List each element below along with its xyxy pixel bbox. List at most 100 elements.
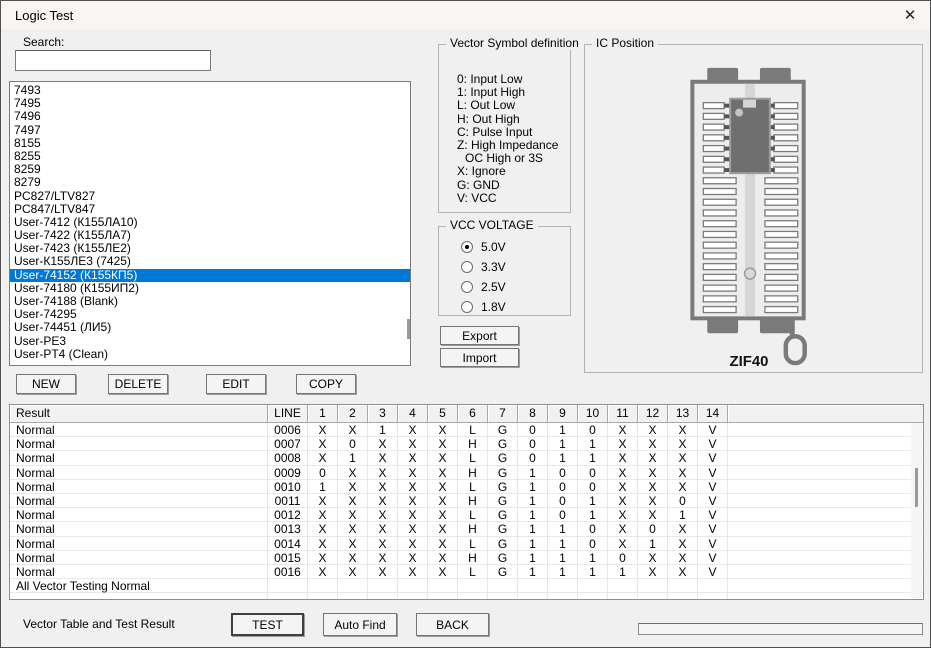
chip-list-item[interactable]: 8259: [10, 162, 410, 176]
vcc-option-1.8v[interactable]: 1.8V: [461, 300, 506, 314]
vcc-option-5.0v[interactable]: 5.0V: [461, 240, 506, 254]
cell-pin-4: X: [398, 423, 428, 438]
cell-pin-14: V: [698, 437, 728, 452]
table-row[interactable]: Normal 0014 X X X X X L G 1 1 0 X 1 X V: [10, 536, 923, 551]
cell-pin-1: X: [308, 536, 338, 551]
chip-list-item[interactable]: 7495: [10, 96, 410, 110]
table-header-4[interactable]: 4: [398, 405, 428, 423]
table-row[interactable]: Normal 0007 X 0 X X X H G 0 1 1 X X X V: [10, 437, 923, 452]
table-scrollbar-thumb[interactable]: [915, 468, 918, 507]
edit-button[interactable]: EDIT: [206, 374, 266, 394]
table-header-line[interactable]: LINE: [268, 405, 308, 423]
radio-icon[interactable]: [461, 281, 473, 293]
chip-list-item[interactable]: 7497: [10, 123, 410, 137]
cell-pin-7: G: [488, 536, 518, 551]
table-header-13[interactable]: 13: [668, 405, 698, 423]
table-empty-row[interactable]: [10, 593, 923, 599]
cell-result: Normal: [10, 423, 268, 438]
table-row[interactable]: Normal 0015 X X X X X H G 1 1 1 0 X X V: [10, 550, 923, 565]
cell-line: [268, 593, 308, 599]
search-label: Search:: [23, 35, 65, 49]
radio-icon[interactable]: [461, 261, 473, 273]
cell-pin-7: G: [488, 508, 518, 523]
cell-result: Normal: [10, 451, 268, 466]
table-scrollbar[interactable]: [911, 423, 922, 598]
cell-filler: [728, 551, 923, 565]
cell-pin-5: X: [428, 536, 458, 551]
chip-list-item[interactable]: User-74152 (К155КП5): [10, 268, 410, 282]
table-row[interactable]: Normal 0016 X X X X X L G 1 1 1 1 X X V: [10, 564, 923, 580]
cell-pin-12: X: [638, 508, 668, 523]
chip-listbox[interactable]: 7493 7495 7496 7497 8155 8255 8259 8279 PC827/LT…: [9, 81, 411, 366]
table-header-1[interactable]: 1: [308, 405, 338, 423]
table-header-10[interactable]: 10: [578, 405, 608, 423]
new-button[interactable]: NEW: [16, 374, 76, 394]
table-header-5[interactable]: 5: [428, 405, 458, 423]
cell-pin-8: 1: [518, 493, 548, 509]
cell-pin-2: X: [338, 493, 368, 509]
vcc-option-3.3v[interactable]: 3.3V: [461, 260, 506, 274]
table-header-14[interactable]: 14: [698, 405, 728, 423]
table-row[interactable]: Normal 0008 X 1 X X X L G 0 1 1 X X X V: [10, 451, 923, 466]
cell-pin-12: X: [638, 564, 668, 580]
table-header-6[interactable]: 6: [458, 405, 488, 423]
chip-list-item[interactable]: User-К155ЛЕ3 (7425): [10, 255, 410, 268]
search-input[interactable]: [15, 50, 211, 71]
chip-list-item[interactable]: User-PE3: [10, 334, 410, 348]
cell-pin-5: X: [428, 423, 458, 438]
socket-slot-left: [702, 134, 725, 142]
auto-find-button[interactable]: Auto Find: [323, 613, 397, 636]
list-scrollbar-thumb[interactable]: [407, 319, 410, 339]
chip-list-item[interactable]: PC827/LTV827: [10, 189, 410, 203]
delete-button[interactable]: DELETE: [108, 374, 168, 394]
chip-list-item[interactable]: PC847/LTV847: [10, 202, 410, 216]
cell-result: Normal: [10, 508, 268, 523]
table-header-7[interactable]: 7: [488, 405, 518, 423]
cell-pin-8: 1: [518, 479, 548, 494]
chip-list-item[interactable]: User-74451 (ЛИ5): [10, 321, 410, 334]
cell-pin-2: X: [338, 536, 368, 551]
copy-button[interactable]: COPY: [296, 374, 356, 394]
import-button[interactable]: Import: [440, 348, 519, 367]
cell-result: Normal: [10, 536, 268, 551]
close-icon[interactable]: ✕: [899, 5, 921, 25]
table-header-8[interactable]: 8: [518, 405, 548, 423]
export-button[interactable]: Export: [440, 326, 519, 345]
table-row[interactable]: Normal 0006 X X 1 X X L G 0 1 0 X X X V: [10, 423, 923, 438]
cell-line: 0011: [268, 493, 308, 509]
table-header-result[interactable]: Result: [10, 405, 268, 423]
chip-list-item[interactable]: 8279: [10, 176, 410, 189]
socket-slot-right: [773, 102, 799, 110]
table-header-9[interactable]: 9: [548, 405, 578, 423]
test-button[interactable]: TEST: [231, 613, 304, 636]
cell-line: 0016: [268, 564, 308, 580]
table-row[interactable]: Normal 0011 X X X X X H G 1 0 1 X X 0 V: [10, 493, 923, 509]
socket-slot-right: [764, 263, 799, 271]
cell-pin-7: G: [488, 564, 518, 580]
vcc-option-2.5v[interactable]: 2.5V: [461, 280, 506, 294]
back-button[interactable]: BACK: [416, 613, 489, 636]
cell-pin-9: 1: [548, 536, 578, 551]
chip-list-item[interactable]: User-PT4 (Clean): [10, 347, 410, 361]
table-row[interactable]: Normal 0013 X X X X X H G 1 1 0 X 0 X V: [10, 522, 923, 537]
table-header-2[interactable]: 2: [338, 405, 368, 423]
cell-pin-5: [428, 579, 458, 594]
table-row[interactable]: Normal 0010 1 X X X X L G 1 0 0 X X X V: [10, 479, 923, 494]
radio-icon[interactable]: [461, 301, 473, 313]
table-row[interactable]: Normal 0012 X X X X X L G 1 0 1 X X 1 V: [10, 508, 923, 523]
chip-list-item[interactable]: 7493: [10, 83, 410, 97]
chip-list-item[interactable]: 7496: [10, 110, 410, 123]
table-header-3[interactable]: 3: [368, 405, 398, 423]
radio-icon[interactable]: [461, 241, 473, 253]
table-header-12[interactable]: 12: [638, 405, 668, 423]
cell-pin-10: [578, 593, 608, 599]
chip-list-item[interactable]: 8155: [10, 136, 410, 150]
chip-list-item[interactable]: 8255: [10, 149, 410, 163]
cell-pin-10: 1: [578, 493, 608, 509]
cell-pin-8: 1: [518, 522, 548, 537]
cell-pin-10: 1: [578, 550, 608, 565]
table-row[interactable]: Normal 0009 0 X X X X H G 1 0 0 X X X V: [10, 465, 923, 480]
cell-pin-12: 0: [638, 522, 668, 537]
table-header-11[interactable]: 11: [608, 405, 638, 423]
table-summary-row[interactable]: All Vector Testing Normal: [10, 579, 923, 594]
